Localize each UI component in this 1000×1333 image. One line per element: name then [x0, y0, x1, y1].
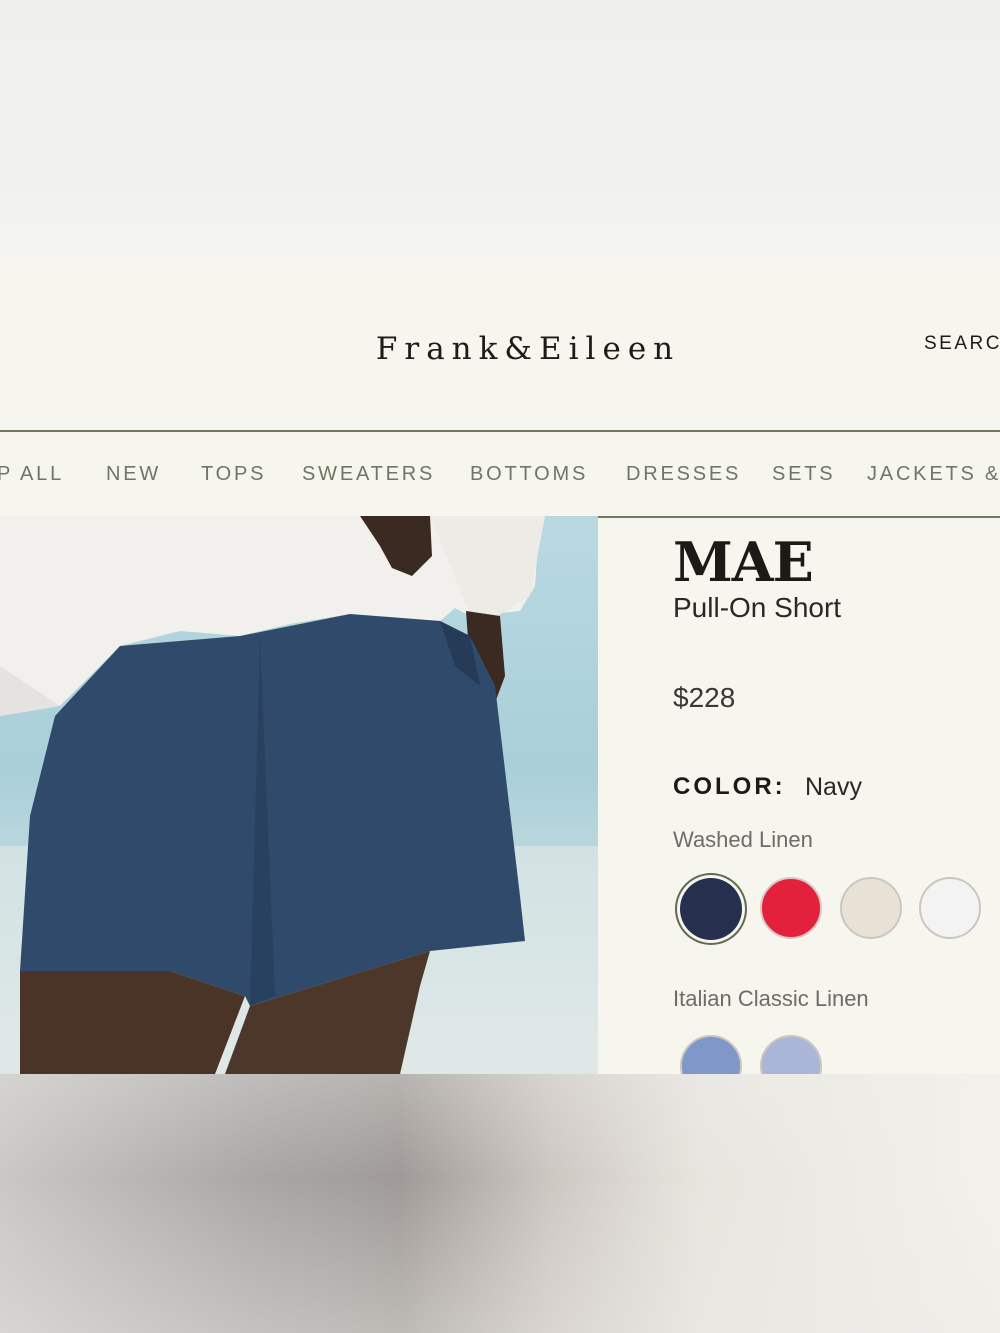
product-title: MAE [673, 530, 814, 594]
swatch-white[interactable] [919, 877, 981, 939]
blurred-bottom-area [0, 1074, 1000, 1333]
nav-item-sweaters[interactable]: SWEATERS [302, 463, 435, 486]
nav-item-shop-all[interactable]: P ALL [0, 463, 64, 486]
product-price: $228 [673, 682, 736, 713]
fabric-group-label-italian-classic-linen: Italian Classic Linen [673, 986, 869, 1011]
nav-item-sets[interactable]: SETS [772, 463, 835, 486]
swatch-natural[interactable] [840, 877, 902, 939]
nav-item-bottoms[interactable]: BOTTOMS [470, 463, 588, 486]
nav-item-new[interactable]: NEW [106, 463, 161, 486]
product-photo-illustration [0, 516, 598, 1074]
nav-item-jackets[interactable]: JACKETS & [867, 463, 1000, 486]
product-subtitle: Pull-On Short [673, 592, 842, 623]
blurred-top-area [0, 0, 1000, 260]
search-button[interactable]: SEARC [924, 333, 1000, 355]
swatch-red[interactable] [760, 877, 822, 939]
category-nav: P ALL NEW TOPS SWEATERS BOTTOMS DRESSES … [0, 430, 1000, 518]
fabric-group-label-washed-linen: Washed Linen [673, 827, 813, 852]
selected-color-value: Navy [805, 773, 862, 801]
brand-logo[interactable]: Frank&Eileen [0, 331, 1000, 367]
color-label: COLOR: [673, 773, 786, 800]
swatch-navy[interactable] [680, 878, 742, 940]
product-image[interactable] [0, 516, 598, 1074]
nav-item-tops[interactable]: TOPS [201, 463, 266, 486]
nav-item-dresses[interactable]: DRESSES [626, 463, 741, 486]
